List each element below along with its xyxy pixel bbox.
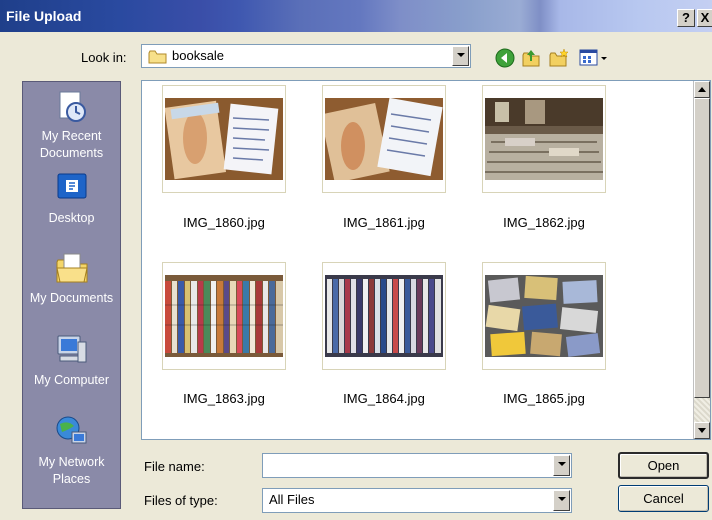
place-label: My Documents [29,291,114,305]
file-name-caption[interactable]: IMG_1861.jpg [304,215,464,230]
place-label: My Network Places [38,455,105,486]
network-places-icon [56,416,86,444]
file-type-label: Files of type: [144,493,218,508]
cancel-button[interactable]: Cancel [618,485,709,512]
file-name-caption[interactable]: IMG_1860.jpg [144,215,304,230]
photo-thumbnail [165,98,283,180]
photo-thumbnail [485,98,603,180]
scroll-up-button[interactable] [694,81,710,98]
file-name-caption[interactable]: IMG_1864.jpg [304,391,464,406]
photo-thumbnail [325,275,443,357]
folder-icon [148,50,167,64]
my-computer-icon [57,335,86,363]
help-label: ? [682,10,690,25]
photo-thumbnail [325,98,443,180]
file-item-thumbnail[interactable] [482,85,606,193]
place-my-recent-documents[interactable]: My Recent Documents [23,88,120,162]
desktop-icon [57,173,86,199]
file-name-caption[interactable]: IMG_1863.jpg [144,391,304,406]
help-button[interactable]: ? [677,9,695,27]
file-name-dropdown-arrow[interactable] [553,455,570,476]
look-in-label: Look in: [81,50,127,65]
window-title: File Upload [6,8,82,24]
up-folder-icon[interactable] [520,47,542,69]
file-item-thumbnail[interactable] [482,262,606,370]
scroll-down-button[interactable] [694,422,710,439]
places-bar: My Recent Documents Desktop My Documents… [22,81,121,509]
look-in-dropdown[interactable]: booksale [141,44,471,68]
file-name-input[interactable] [262,453,572,478]
place-desktop[interactable]: Desktop [23,170,120,227]
file-item-thumbnail[interactable] [322,85,446,193]
file-item-thumbnail[interactable] [162,262,286,370]
title-bar: File Upload ? X [0,0,712,32]
cancel-label: Cancel [643,491,684,506]
place-my-network-places[interactable]: My Network Places [23,414,120,488]
place-my-computer[interactable]: My Computer [23,332,120,389]
my-documents-icon [55,253,88,283]
file-name-label: File name: [144,459,205,474]
close-label: X [700,10,710,25]
file-item-thumbnail[interactable] [162,85,286,193]
scrollbar-thumb[interactable] [694,98,710,398]
new-folder-icon[interactable] [548,47,570,69]
file-type-dropdown[interactable]: All Files [262,488,572,513]
place-label: Desktop [48,211,95,225]
file-name-caption[interactable]: IMG_1862.jpg [464,215,624,230]
file-item-thumbnail[interactable] [322,262,446,370]
place-my-documents[interactable]: My Documents [23,250,120,307]
place-label: My Recent Documents [39,129,104,160]
file-name-caption[interactable]: IMG_1865.jpg [464,391,624,406]
open-label: Open [647,458,680,473]
back-icon[interactable] [494,47,516,69]
file-type-dropdown-arrow[interactable] [553,490,570,511]
place-label: My Computer [33,373,110,387]
recent-documents-icon [59,91,86,122]
file-type-value: All Files [269,492,315,507]
photo-thumbnail [485,275,603,357]
file-list-view[interactable]: IMG_1860.jpg IMG_1861.jpg IMG_1862.jpg I… [141,80,711,440]
photo-thumbnail [165,275,283,357]
look-in-value: booksale [172,48,225,63]
vertical-scrollbar[interactable] [693,81,710,439]
look-in-arrow[interactable] [452,46,469,66]
views-menu-icon[interactable] [578,47,612,69]
open-button[interactable]: Open [618,452,709,479]
close-button[interactable]: X [697,9,712,27]
